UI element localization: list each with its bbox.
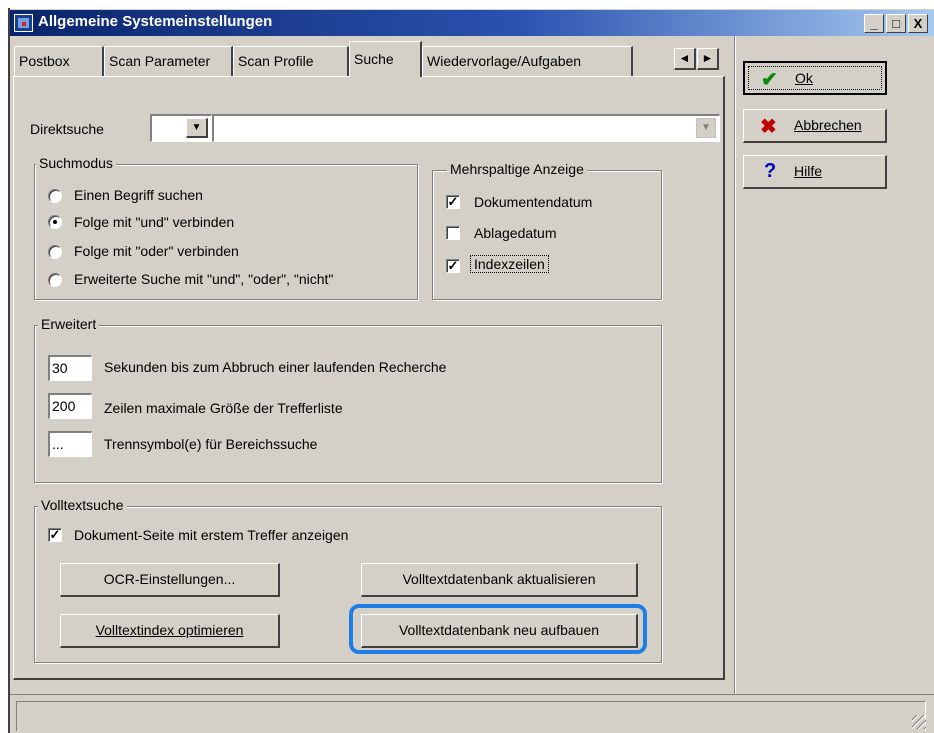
max-results-label: Zeilen maximale Größe der Trefferliste xyxy=(104,400,343,416)
radio-label: Folge mit "und" verbinden xyxy=(74,214,235,230)
checkbox-label: Ablagedatum xyxy=(474,225,557,241)
checkbox-label: Dokument-Seite mit erstem Treffer anzeig… xyxy=(74,527,349,543)
question-icon: ? xyxy=(764,160,777,182)
cancel-button[interactable]: ✖ Abbrechen xyxy=(743,109,887,143)
x-icon: ✖ xyxy=(760,116,777,138)
highlight-annotation xyxy=(349,604,647,654)
app-icon xyxy=(14,14,33,32)
radio-einen-begriff[interactable] xyxy=(48,189,62,203)
timeout-seconds-label: Sekunden bis zum Abbruch einer laufenden… xyxy=(104,359,447,375)
cancel-label: Abbrechen xyxy=(794,117,862,133)
range-separator-input[interactable]: ... xyxy=(48,431,92,457)
minimize-button[interactable]: _ xyxy=(864,14,884,33)
help-label: Hilfe xyxy=(794,163,823,179)
checkbox-dokument-seite[interactable]: ✓ xyxy=(48,528,62,542)
radio-label: Folge mit "oder" verbinden xyxy=(74,243,239,259)
mehrspaltig-title: Mehrspaltige Anzeige xyxy=(447,161,587,177)
direktsuche-label: Direktsuche xyxy=(30,121,104,137)
tab-scan-profile[interactable]: Scan Profile xyxy=(233,46,349,76)
tab-scan-parameter[interactable]: Scan Parameter xyxy=(104,46,233,76)
checkbox-ablagedatum[interactable] xyxy=(446,226,460,240)
resize-grip-icon[interactable] xyxy=(912,715,926,729)
tab-suche[interactable]: Suche xyxy=(349,41,422,77)
radio-folge-oder[interactable] xyxy=(48,245,62,259)
volltextsuche-title: Volltextsuche xyxy=(38,497,127,513)
status-panel xyxy=(16,701,926,731)
side-panel-divider xyxy=(734,36,736,694)
window-title: Allgemeine Systemeinstellungen xyxy=(38,13,273,30)
ok-button[interactable]: ✔ Ok xyxy=(743,61,887,95)
checkmark-icon: ✔ xyxy=(761,69,778,91)
checkbox-indexzeilen[interactable]: ✓ xyxy=(446,259,460,273)
direktsuche-input[interactable]: ▼ xyxy=(212,114,720,142)
maximize-button[interactable]: □ xyxy=(886,14,906,33)
tab-postbox[interactable]: Postbox xyxy=(14,46,104,76)
checkbox-dokumentendatum[interactable]: ✓ xyxy=(446,195,460,209)
optimize-fulltext-index-button[interactable]: Volltextindex optimieren xyxy=(60,614,280,648)
checkbox-label: Dokumentendatum xyxy=(474,194,593,210)
window-left-edge xyxy=(8,8,10,733)
erweitert-title: Erweitert xyxy=(38,316,100,332)
tab-scroll-right-icon[interactable]: ► xyxy=(697,48,719,70)
update-fulltext-db-button[interactable]: Volltextdatenbank aktualisieren xyxy=(361,563,638,597)
title-bar[interactable]: Allgemeine Systemeinstellungen _ □ X xyxy=(10,10,934,36)
max-results-input[interactable]: 200 xyxy=(48,393,92,419)
range-separator-label: Trennsymbol(e) für Bereichssuche xyxy=(104,436,318,452)
chevron-down-icon[interactable]: ▼ xyxy=(696,118,716,138)
help-button[interactable]: ? Hilfe xyxy=(743,155,887,189)
checkbox-label: Indexzeilen xyxy=(470,255,549,273)
tab-wiedervorlage[interactable]: Wiedervorlage/Aufgaben xyxy=(422,46,633,76)
direktsuche-field-select[interactable]: ▼ xyxy=(150,114,212,142)
radio-label: Erweiterte Suche mit "und", "oder", "nic… xyxy=(74,271,334,287)
chevron-down-icon[interactable]: ▼ xyxy=(186,118,208,138)
radio-erweiterte-suche[interactable] xyxy=(48,273,62,287)
radio-folge-und[interactable] xyxy=(48,215,62,229)
ocr-settings-button[interactable]: OCR-Einstellungen... xyxy=(60,563,280,597)
close-button[interactable]: X xyxy=(908,14,928,33)
radio-label: Einen Begriff suchen xyxy=(74,187,203,203)
suchmodus-title: Suchmodus xyxy=(36,155,116,171)
status-bar xyxy=(10,694,934,733)
ok-label: Ok xyxy=(795,70,813,86)
tab-scroll-left-icon[interactable]: ◄ xyxy=(674,48,696,70)
timeout-seconds-input[interactable]: 30 xyxy=(48,355,92,381)
